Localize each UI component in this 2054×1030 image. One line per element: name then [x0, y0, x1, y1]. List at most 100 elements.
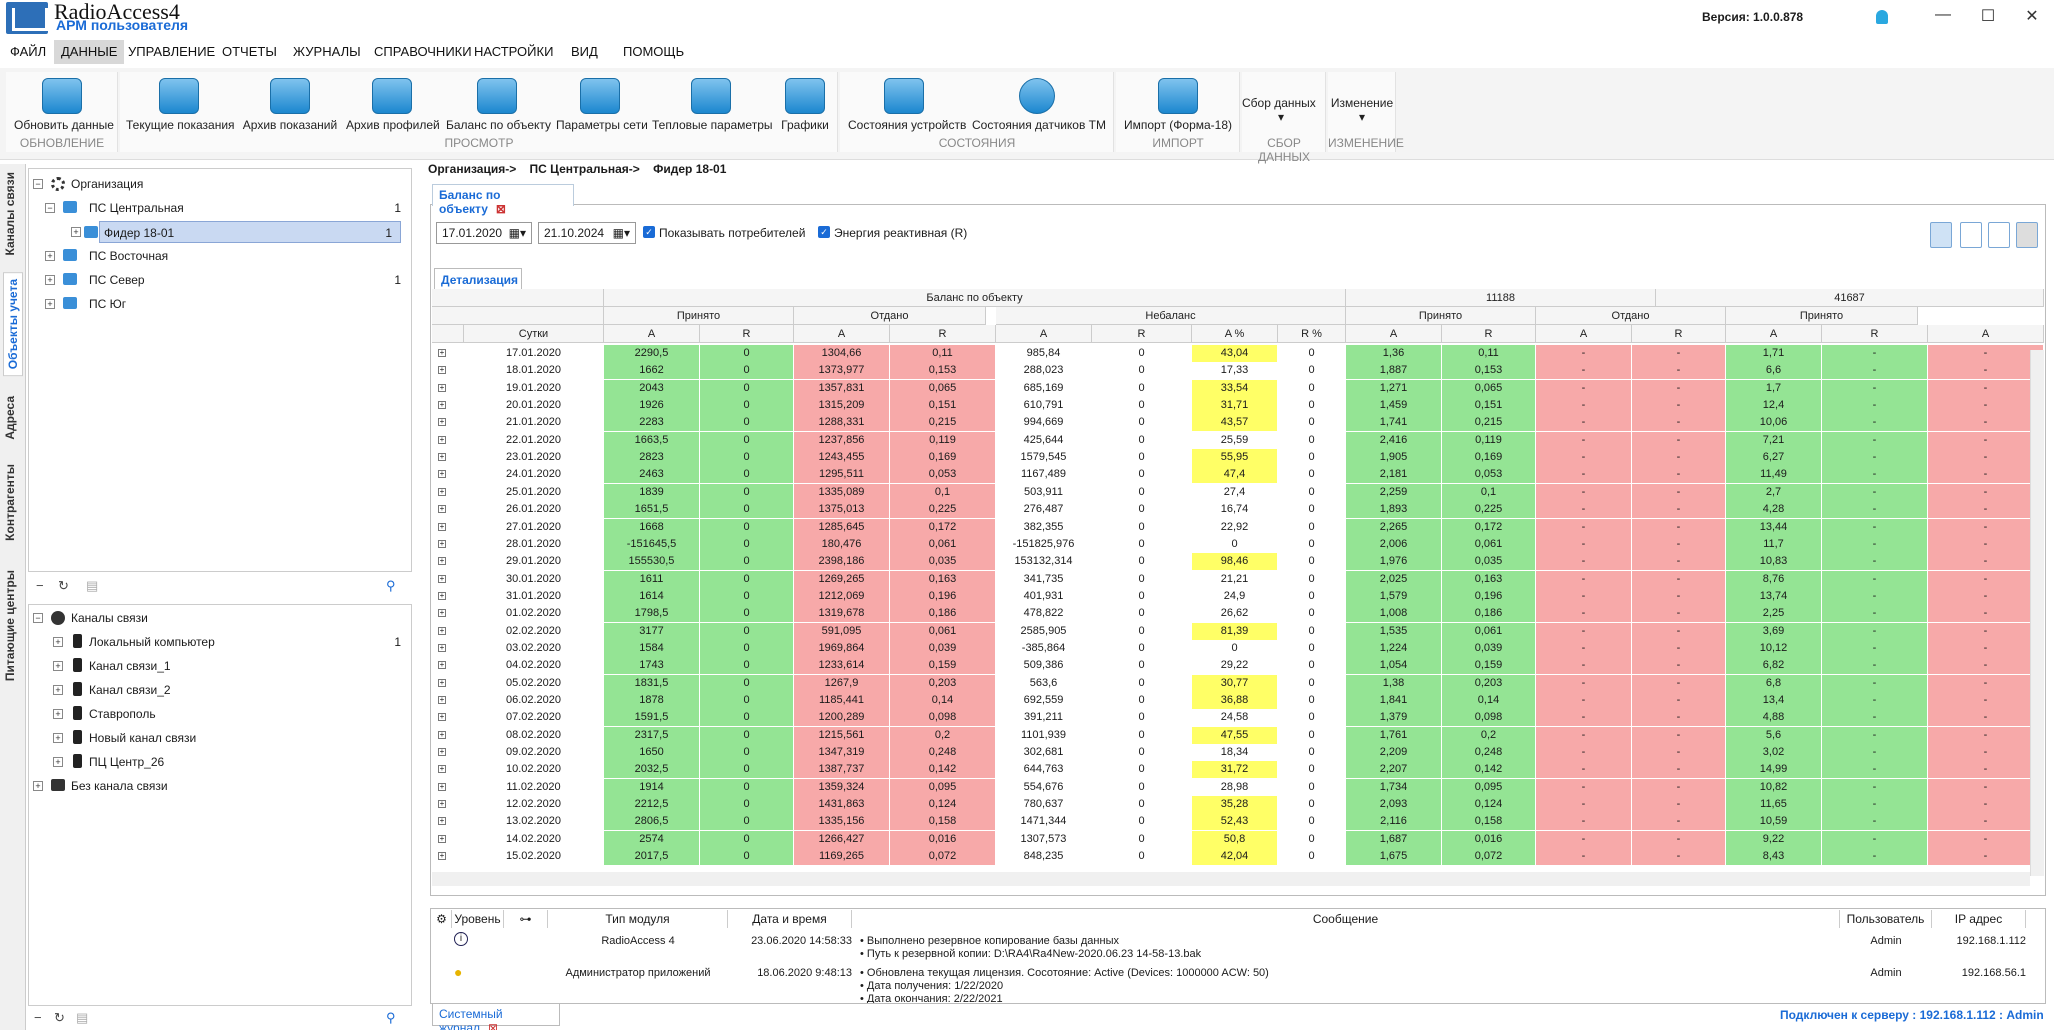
grid-col-header[interactable]: R — [1442, 325, 1536, 343]
log-header-datetime[interactable]: Дата и время — [728, 910, 852, 928]
expand-icon[interactable]: + — [45, 299, 55, 309]
tree-node-no-channel[interactable]: + Без канала связи — [29, 775, 409, 797]
export-excel-icon[interactable] — [1930, 222, 1952, 248]
expand-row-icon[interactable]: + — [438, 609, 446, 618]
search-icon[interactable]: ⚲ — [386, 578, 396, 600]
expand-icon[interactable]: + — [53, 757, 63, 767]
tree-node-feeder-18-01[interactable]: Фидер 18-01 1 — [84, 221, 401, 243]
log-filter-icon[interactable]: ⚙ — [432, 910, 452, 928]
grid-col-header[interactable]: R — [890, 325, 996, 343]
expand-row-icon[interactable]: + — [438, 383, 446, 392]
expand-row-icon[interactable]: + — [438, 626, 446, 635]
change-dropdown[interactable]: Изменение ▾ — [1330, 96, 1394, 124]
reactive-energy-checkbox[interactable]: ✓ — [818, 226, 830, 238]
menu-settings[interactable]: НАСТРОЙКИ — [470, 44, 557, 59]
menu-journals[interactable]: ЖУРНАЛЫ — [289, 44, 365, 59]
vtab-counterparties[interactable]: Контрагенты — [3, 464, 17, 541]
collapse-icon[interactable]: − — [33, 613, 43, 623]
collapse-icon[interactable]: − — [45, 203, 55, 213]
expand-row-icon[interactable]: + — [438, 366, 446, 375]
minimize-icon[interactable]: — — [1933, 6, 1953, 24]
expand-icon[interactable]: + — [53, 685, 63, 695]
tree-node-ps-south[interactable]: + ПС Юг — [29, 293, 409, 315]
expand-row-icon[interactable]: + — [438, 453, 446, 462]
expand-row-icon[interactable]: + — [438, 852, 446, 861]
log-header-message[interactable]: Сообщение — [852, 910, 1840, 928]
expand-row-icon[interactable]: + — [438, 418, 446, 427]
expand-row-icon[interactable]: + — [438, 557, 446, 566]
menu-data[interactable]: ДАННЫЕ — [54, 40, 125, 64]
expand-row-icon[interactable]: + — [438, 401, 446, 410]
expand-row-icon[interactable]: + — [438, 748, 446, 757]
grid-col-header[interactable]: A % — [1192, 325, 1278, 343]
collect-data-dropdown[interactable]: Сбор данных ▾ — [1242, 96, 1322, 124]
tree-node-ps-north[interactable]: + ПС Север 1 — [29, 269, 409, 291]
calendar-icon[interactable]: ▦▾ — [613, 226, 630, 240]
grid-col-header[interactable]: A — [1346, 325, 1442, 343]
refresh-data-button[interactable]: Обновить данные — [14, 78, 114, 132]
expand-row-icon[interactable]: + — [438, 349, 446, 357]
refresh-icon[interactable]: ↻ — [54, 1010, 65, 1030]
expand-row-icon[interactable]: + — [438, 800, 446, 809]
tab-details[interactable]: Детализация — [434, 268, 522, 290]
network-params-button[interactable]: Параметры сети — [556, 78, 648, 132]
collapse-icon[interactable]: − — [33, 179, 43, 189]
expand-row-icon[interactable]: + — [438, 522, 446, 531]
expand-row-icon[interactable]: + — [438, 470, 446, 479]
profiles-archive-button[interactable]: Архив профилей — [346, 78, 440, 132]
menu-help[interactable]: ПОМОЩЬ — [619, 44, 688, 59]
menu-view[interactable]: ВИД — [567, 44, 602, 59]
expand-row-icon[interactable]: + — [438, 765, 446, 774]
log-header-glasses-icon[interactable]: ⊶ — [504, 910, 548, 928]
vertical-scrollbar[interactable] — [2030, 350, 2044, 876]
log-header-module[interactable]: Тип модуля — [548, 910, 728, 928]
date-to-field[interactable]: 21.10.2024 ▦▾ — [538, 222, 636, 244]
close-icon[interactable]: ⊠ — [488, 1021, 498, 1030]
expand-row-icon[interactable]: + — [438, 574, 446, 583]
show-consumers-checkbox[interactable]: ✓ — [643, 226, 655, 238]
expand-icon[interactable]: + — [53, 709, 63, 719]
current-readings-button[interactable]: Текущие показания — [126, 78, 235, 132]
grid-col-header[interactable]: Сутки — [464, 325, 604, 343]
vtab-addresses[interactable]: Адреса — [3, 396, 17, 440]
grid-col-header[interactable]: A — [794, 325, 890, 343]
menu-file[interactable]: ФАЙЛ — [6, 44, 50, 59]
readings-archive-button[interactable]: Архив показаний — [242, 78, 338, 132]
tree-node-channels[interactable]: − Каналы связи — [29, 607, 409, 629]
expand-row-icon[interactable]: + — [438, 591, 446, 600]
expand-row-icon[interactable]: + — [438, 730, 446, 739]
grid-col-header[interactable]: R — [700, 325, 794, 343]
grid-col-header[interactable]: A — [1536, 325, 1632, 343]
expand-row-icon[interactable]: + — [438, 834, 446, 843]
tree-node-pc-center-26[interactable]: + ПЦ Центр_26 — [29, 751, 409, 773]
expand-icon[interactable]: + — [71, 227, 81, 237]
grid-col-header[interactable]: A — [996, 325, 1092, 343]
tree-node-stavropol[interactable]: + Ставрополь — [29, 703, 409, 725]
tree-node-local-computer[interactable]: + Локальный компьютер 1 — [29, 631, 409, 653]
tree-node-organization[interactable]: − Организация — [29, 173, 409, 195]
expand-icon[interactable]: + — [53, 661, 63, 671]
grid-col-header[interactable]: R — [1092, 325, 1192, 343]
graphs-button[interactable]: Графики — [778, 78, 832, 132]
export-csv-icon[interactable] — [1988, 222, 2010, 248]
menu-references[interactable]: СПРАВОЧНИКИ — [370, 44, 476, 59]
tab-system-log[interactable]: Системный журнал ⊠ — [432, 1004, 560, 1030]
grid-col-header[interactable]: A — [1928, 325, 2044, 343]
expand-icon[interactable]: + — [53, 637, 63, 647]
expand-row-icon[interactable]: + — [438, 817, 446, 826]
expand-row-icon[interactable]: + — [438, 435, 446, 444]
grid-col-header[interactable]: R % — [1278, 325, 1346, 343]
tree-node-channel-2[interactable]: + Канал связи_2 — [29, 679, 409, 701]
calendar-icon[interactable]: ▦▾ — [509, 226, 526, 240]
expand-row-icon[interactable]: + — [438, 678, 446, 687]
grid-col-header[interactable]: A — [1726, 325, 1822, 343]
expand-row-icon[interactable]: + — [438, 487, 446, 496]
expand-row-icon[interactable]: + — [438, 713, 446, 722]
tree-node-new-channel[interactable]: + Новый канал связи — [29, 727, 409, 749]
expand-row-icon[interactable]: + — [438, 539, 446, 548]
collapse-all-icon[interactable]: − — [36, 578, 44, 600]
log-header-user[interactable]: Пользователь — [1840, 910, 1932, 928]
vtab-power-centers[interactable]: Питающие центры — [3, 570, 17, 681]
tree-node-channel-1[interactable]: + Канал связи_1 — [29, 655, 409, 677]
expand-icon[interactable]: + — [53, 733, 63, 743]
